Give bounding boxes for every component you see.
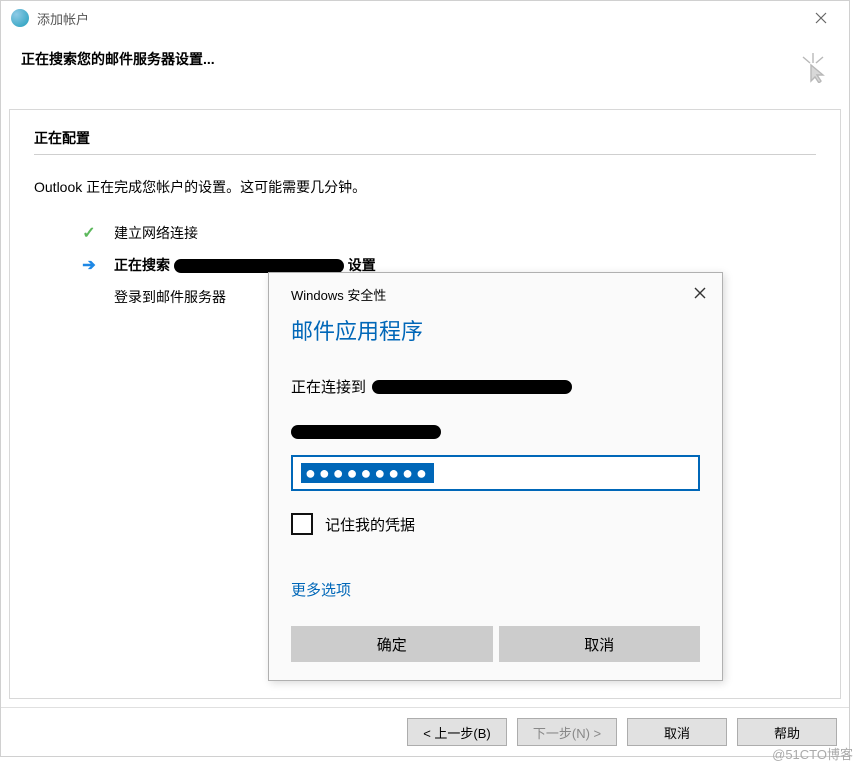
security-body: 邮件应用程序 正在连接到 ●●●●●●●●● 记住我的凭据 更多选项 确定 取消 [269, 310, 722, 680]
connecting-line: 正在连接到 [291, 376, 700, 397]
step-network: ✓ 建立网络连接 [80, 223, 816, 243]
back-button[interactable]: < 上一步(B) [407, 718, 507, 746]
close-icon[interactable] [694, 286, 706, 304]
window-title: 添加帐户 [37, 9, 89, 28]
remember-label: 记住我的凭据 [325, 514, 415, 535]
titlebar: 添加帐户 [1, 1, 849, 35]
windows-security-dialog: Windows 安全性 邮件应用程序 正在连接到 ●●●●●●●●● 记住我的凭… [268, 272, 723, 681]
section-title: 正在配置 [34, 128, 816, 155]
security-heading: 邮件应用程序 [291, 314, 700, 346]
cancel-button[interactable]: 取消 [499, 626, 701, 662]
security-title: Windows 安全性 [291, 285, 386, 304]
username-line [291, 425, 700, 439]
watermark: @51CTO博客 [772, 744, 853, 763]
remember-credentials-row[interactable]: 记住我的凭据 [291, 513, 700, 535]
next-button: 下一步(N) > [517, 718, 617, 746]
redacted-server [372, 380, 572, 394]
wizard-heading: 正在搜索您的邮件服务器设置... [21, 49, 829, 69]
close-icon[interactable] [803, 4, 839, 32]
checkmark-icon: ✓ [80, 223, 98, 243]
step-label: 登录到邮件服务器 [114, 287, 226, 307]
help-button[interactable]: 帮助 [737, 718, 837, 746]
arrow-right-icon: ➔ [80, 255, 98, 275]
wizard-header: 正在搜索您的邮件服务器设置... [1, 35, 849, 109]
security-titlebar: Windows 安全性 [269, 273, 722, 310]
ok-button[interactable]: 确定 [291, 626, 493, 662]
wizard-footer: < 上一步(B) 下一步(N) > 取消 帮助 [1, 707, 849, 756]
security-button-row: 确定 取消 [291, 626, 700, 662]
cursor-sparkle-icon [799, 53, 827, 86]
redacted-username [291, 425, 441, 439]
password-input[interactable]: ●●●●●●●●● [291, 455, 700, 491]
more-options-link[interactable]: 更多选项 [291, 579, 700, 600]
app-icon [11, 9, 29, 27]
cancel-button[interactable]: 取消 [627, 718, 727, 746]
password-mask: ●●●●●●●●● [301, 463, 434, 483]
info-line: Outlook 正在完成您帐户的设置。这可能需要几分钟。 [34, 177, 816, 197]
checkbox-icon[interactable] [291, 513, 313, 535]
step-label: 建立网络连接 [114, 223, 198, 243]
